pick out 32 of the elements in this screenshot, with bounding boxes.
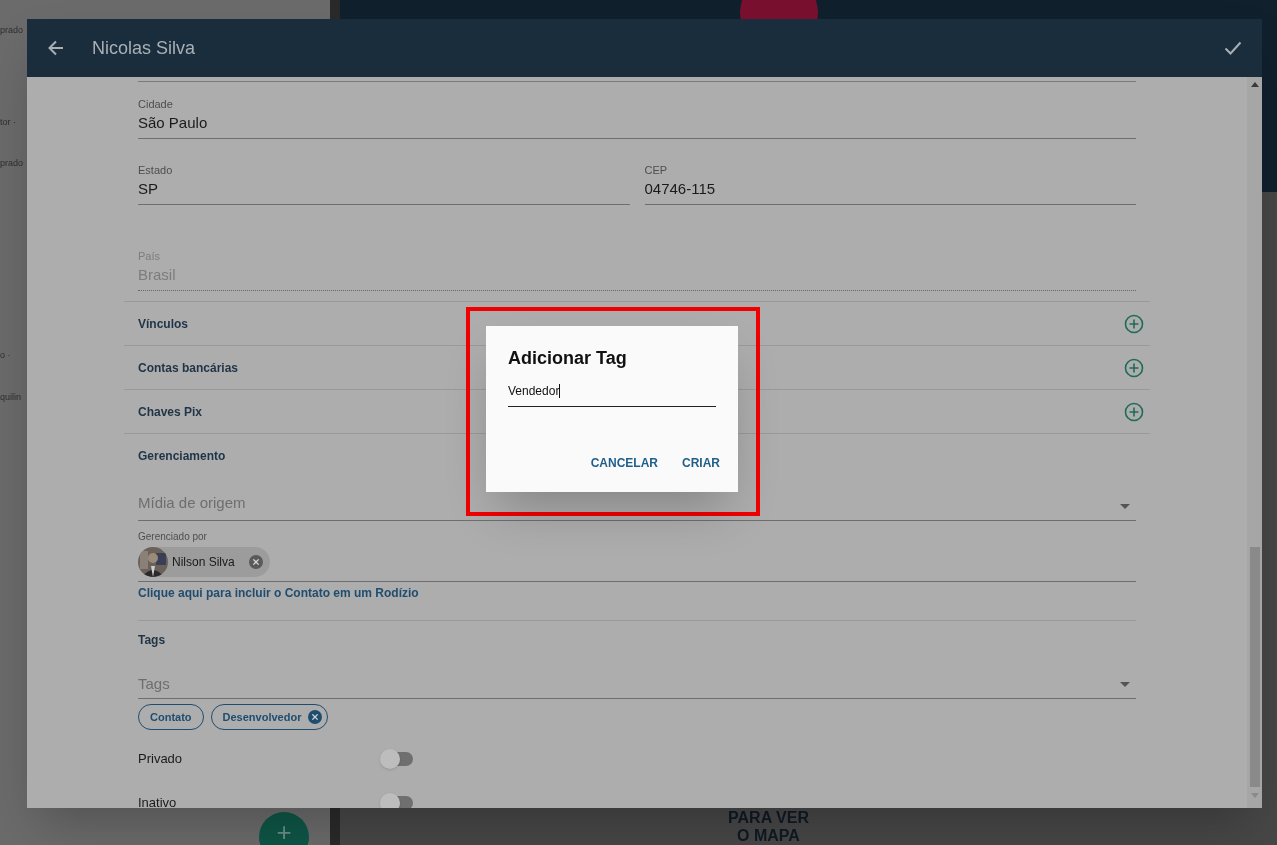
add-icon[interactable] (1124, 313, 1144, 334)
toggle-label: Inativo (138, 794, 178, 808)
tag-input[interactable]: Vendedor (508, 382, 716, 407)
toggle-switch[interactable] (381, 752, 413, 766)
dialog-title: Nicolas Silva (92, 36, 196, 60)
tag-dialog-title: Adicionar Tag (508, 347, 628, 370)
scrollbar[interactable] (1247, 77, 1262, 808)
dialog-button[interactable]: CRIAR (676, 452, 726, 474)
user-chip[interactable]: Nilson Silva (138, 547, 270, 577)
check-icon[interactable] (1224, 41, 1242, 55)
section-title: Vínculos (138, 315, 188, 333)
caret-icon (1120, 682, 1130, 687)
remove-icon[interactable] (308, 710, 323, 724)
field-label: Gerenciado por (138, 531, 208, 543)
dialog-button[interactable]: CANCELAR (584, 452, 664, 474)
section-title: Gerenciamento (138, 447, 226, 465)
scroll-thumb[interactable] (1249, 547, 1260, 787)
remove-icon[interactable] (248, 555, 263, 569)
back-arrow-icon[interactable] (47, 39, 65, 57)
toggle-switch[interactable] (381, 796, 413, 808)
scroll-up-icon[interactable] (1250, 82, 1259, 87)
section-title: Chaves Pix (138, 403, 203, 421)
text-field[interactable]: CEP 04746-115 (644, 163, 1136, 205)
caret-icon (1120, 504, 1130, 509)
text-field[interactable]: Estado SP (138, 163, 630, 205)
text-field[interactable]: Cidade São Paulo (138, 97, 1136, 139)
add-icon[interactable] (1124, 401, 1144, 422)
add-icon[interactable] (1124, 357, 1144, 378)
section-title: Contas bancárias (138, 359, 239, 377)
section-title: Tags (138, 632, 167, 649)
rotation-link[interactable]: Clique aqui para incluir o Contato em um Rodízio (138, 584, 1136, 602)
toggle-label: Privado (138, 750, 184, 769)
